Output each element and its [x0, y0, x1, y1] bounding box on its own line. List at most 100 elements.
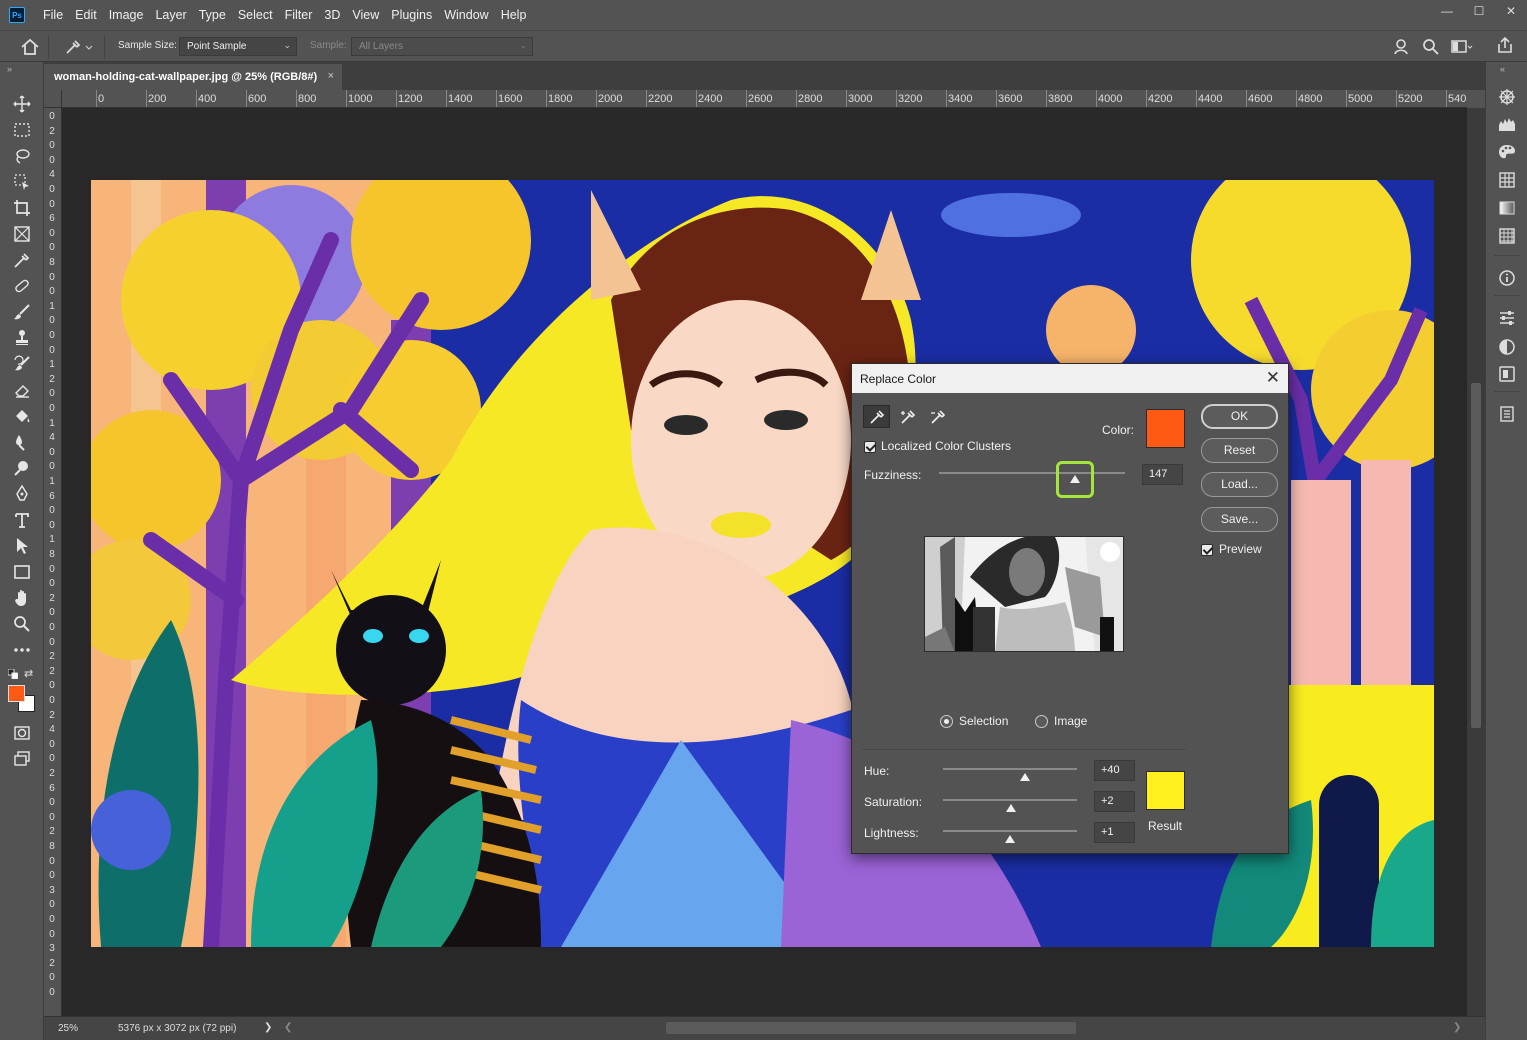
swatches-palette-icon[interactable] [1497, 142, 1517, 162]
foreground-color-swatch[interactable] [8, 685, 25, 702]
properties-sliders-icon[interactable] [1497, 308, 1517, 328]
reset-button[interactable]: Reset [1201, 438, 1278, 463]
libraries-icon[interactable] [1497, 364, 1517, 384]
result-color-swatch[interactable] [1146, 771, 1185, 810]
fuzziness-slider-thumb[interactable] [1069, 475, 1080, 483]
default-colors-icon[interactable] [7, 668, 19, 682]
scroll-right-arrow-icon[interactable]: ❯ [1453, 1022, 1461, 1033]
preview-checkbox[interactable] [1201, 544, 1213, 556]
home-icon[interactable] [20, 38, 40, 59]
grid-swatches-icon[interactable] [1497, 170, 1517, 190]
close-tab-icon[interactable]: × [328, 70, 334, 82]
lightness-input[interactable]: +1 [1094, 822, 1135, 843]
move-tool-icon[interactable] [10, 93, 34, 115]
horizontal-scroll-thumb[interactable] [666, 1022, 1076, 1034]
status-menu-arrow-icon[interactable]: ❯ [264, 1022, 272, 1033]
menu-file[interactable]: File [37, 8, 69, 22]
dialog-title-bar[interactable]: Replace Color ✕ [852, 364, 1288, 393]
info-icon[interactable] [1497, 268, 1517, 288]
histogram-icon[interactable] [1497, 114, 1517, 134]
paint-bucket-tool-icon[interactable] [10, 405, 34, 427]
eyedropper-subtract-icon[interactable] [924, 405, 951, 428]
screen-mode-icon[interactable] [10, 748, 34, 770]
eyedropper-add-icon[interactable] [894, 405, 921, 428]
patterns-icon[interactable] [1497, 226, 1517, 246]
search-icon[interactable] [1422, 38, 1440, 59]
object-selection-tool-icon[interactable] [10, 171, 34, 193]
spot-healing-tool-icon[interactable] [10, 275, 34, 297]
brush-tool-icon[interactable] [10, 301, 34, 323]
eraser-tool-icon[interactable] [10, 379, 34, 401]
marquee-tool-icon[interactable] [10, 119, 34, 141]
blur-tool-icon[interactable] [10, 431, 34, 453]
menu-layer[interactable]: Layer [149, 8, 192, 22]
adjustments-icon[interactable] [1497, 337, 1517, 357]
menu-image[interactable]: Image [103, 8, 150, 22]
rectangle-tool-icon[interactable] [10, 561, 34, 583]
menu-help[interactable]: Help [495, 8, 533, 22]
eyedropper-tool-preset-icon[interactable] [64, 38, 94, 59]
frame-tool-icon[interactable] [10, 223, 34, 245]
swap-colors-icon[interactable]: ⇄ [24, 667, 33, 680]
type-tool-icon[interactable] [10, 509, 34, 531]
load-button[interactable]: Load... [1201, 472, 1278, 497]
minimize-button[interactable]: — [1431, 0, 1463, 22]
saturation-input[interactable]: +2 [1094, 791, 1135, 812]
menu-view[interactable]: View [346, 8, 385, 22]
selection-radio[interactable] [940, 715, 953, 728]
saturation-track[interactable] [943, 799, 1077, 801]
zoom-level[interactable]: 25% [58, 1023, 78, 1034]
hue-input[interactable]: +40 [1094, 760, 1135, 781]
collapse-panel-icon[interactable]: » [7, 64, 12, 74]
menu-window[interactable]: Window [438, 8, 494, 22]
image-radio[interactable] [1035, 715, 1048, 728]
dodge-tool-icon[interactable] [10, 457, 34, 479]
quick-mask-icon[interactable] [10, 722, 34, 744]
close-window-button[interactable]: ✕ [1495, 0, 1527, 22]
ok-button[interactable]: OK [1201, 404, 1278, 429]
account-search-icon[interactable] [1393, 38, 1411, 59]
menu-filter[interactable]: Filter [279, 8, 319, 22]
eyedropper-sample-icon[interactable] [863, 405, 890, 428]
dialog-close-button[interactable]: ✕ [1266, 368, 1280, 388]
vertical-scroll-thumb[interactable] [1471, 383, 1481, 728]
ruler-origin[interactable] [44, 90, 62, 108]
crop-tool-icon[interactable] [10, 197, 34, 219]
gradient-icon[interactable] [1497, 198, 1517, 218]
menu-edit[interactable]: Edit [69, 8, 103, 22]
expand-panels-icon[interactable]: « [1500, 64, 1505, 74]
hue-slider-thumb[interactable] [1019, 773, 1030, 781]
menu-3d[interactable]: 3D [318, 8, 346, 22]
fuzziness-input[interactable]: 147 [1142, 464, 1183, 485]
selection-preview-image[interactable] [924, 536, 1124, 652]
lasso-tool-icon[interactable] [10, 145, 34, 167]
menu-plugins[interactable]: Plugins [385, 8, 438, 22]
history-brush-tool-icon[interactable] [10, 353, 34, 375]
more-tools-icon[interactable] [10, 639, 34, 661]
hue-track[interactable] [943, 768, 1077, 770]
zoom-tool-icon[interactable] [10, 613, 34, 635]
eyedropper-tool-icon[interactable] [10, 249, 34, 271]
localized-clusters-checkbox[interactable] [864, 441, 876, 453]
sampled-color-swatch[interactable] [1146, 409, 1185, 448]
share-icon[interactable] [1496, 36, 1514, 57]
menu-type[interactable]: Type [193, 8, 232, 22]
clone-stamp-tool-icon[interactable] [10, 327, 34, 349]
sample-size-select[interactable]: Point Sample ⌄ [179, 37, 297, 56]
path-selection-tool-icon[interactable] [10, 535, 34, 557]
color-wheel-icon[interactable] [1497, 87, 1517, 107]
pen-tool-icon[interactable] [10, 483, 34, 505]
fuzziness-track[interactable] [939, 472, 1125, 474]
vertical-scrollbar[interactable] [1467, 108, 1485, 1016]
save-button[interactable]: Save... [1201, 507, 1278, 532]
menu-select[interactable]: Select [232, 8, 279, 22]
hand-tool-icon[interactable] [10, 587, 34, 609]
history-panel-icon[interactable] [1497, 404, 1517, 424]
vertical-ruler[interactable]: 0 2 0 0 4 0 0 6 0 0 8 0 0 1 0 0 0 1 2 0 0 1 4 0 0 1 6 0 0 1 8 0 0 2 0 0 0 2 2 0… [44, 108, 62, 1016]
sample-select[interactable]: All Layers ⌄ [351, 37, 533, 56]
lightness-slider-thumb[interactable] [1005, 835, 1015, 843]
workspace-icon[interactable] [1451, 39, 1473, 58]
maximize-button[interactable]: ☐ [1463, 0, 1495, 22]
document-tab[interactable]: woman-holding-cat-wallpaper.jpg @ 25% (R… [44, 64, 342, 90]
lightness-track[interactable] [943, 830, 1077, 832]
